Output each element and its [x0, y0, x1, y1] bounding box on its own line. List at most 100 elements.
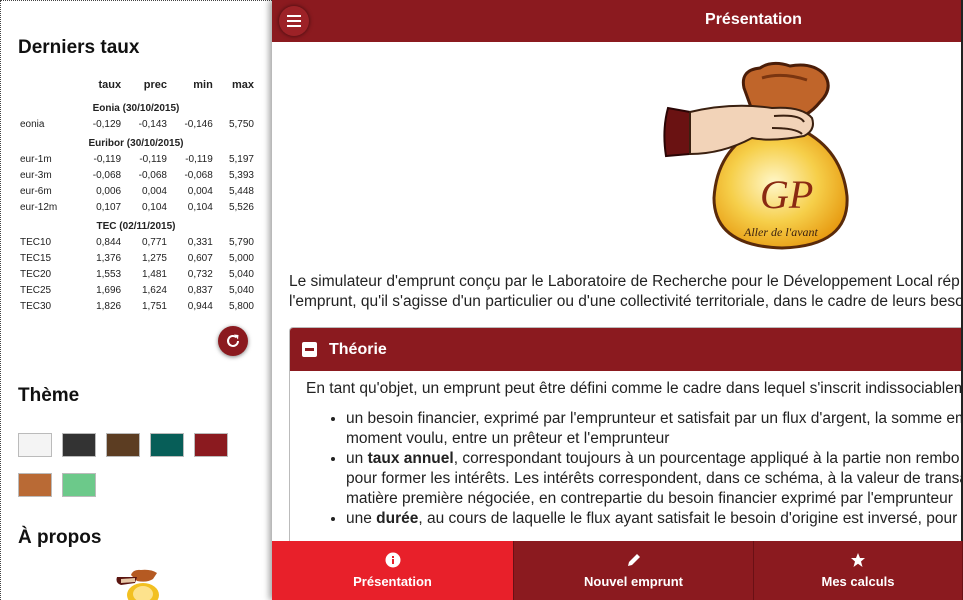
theory-section: Théorie En tant qu'objet, un emprunt peu…	[289, 327, 963, 547]
bullet-continuation: pour former les intérêts. Les intérêts c…	[346, 470, 963, 487]
theory-section-body: En tant qu'objet, un emprunt peut être d…	[290, 371, 963, 529]
rates-row: TEC15 1,376 1,275 0,607 5,000	[18, 250, 258, 266]
rate-value: 0,104	[141, 201, 167, 213]
rate-value: 5,790	[228, 236, 254, 248]
rate-name: eur-6m	[20, 185, 52, 197]
intro-line: Le simulateur d'emprunt conçu par le Lab…	[289, 273, 960, 290]
rates-col-name	[18, 77, 79, 97]
rates-col-header: max	[231, 79, 254, 91]
page-title: Présentation	[705, 11, 802, 28]
rates-row: TEC25 1,696 1,624 0,837 5,040	[18, 282, 258, 298]
rate-value: 1,826	[96, 300, 122, 312]
star-icon	[850, 552, 866, 568]
rate-value: -0,146	[184, 118, 213, 130]
rates-col-header: taux	[98, 79, 122, 91]
rates-row: eur-1m -0,119 -0,119 -0,119 5,197	[18, 151, 258, 167]
rates-header-row: taux prec min max	[18, 77, 258, 97]
rate-name: TEC10	[20, 236, 52, 248]
rate-value: -0,119	[139, 153, 167, 165]
rate-value: 1,696	[96, 284, 122, 296]
rates-col-header: min	[193, 79, 213, 91]
rate-value: 1,624	[141, 284, 167, 296]
rate-name: eonia	[20, 118, 45, 130]
rate-value: 0,837	[187, 284, 213, 296]
nav-new-loan-button[interactable]: Nouvel emprunt	[514, 541, 754, 600]
theme-swatch[interactable]	[62, 433, 96, 457]
rate-value: 1,275	[141, 252, 167, 264]
bullet-text: un	[346, 450, 368, 467]
bullet-term: durée	[376, 510, 419, 527]
rates-row: TEC10 0,844 0,771 0,331 5,790	[18, 234, 258, 250]
rate-value: 5,197	[228, 153, 254, 165]
refresh-rates-button[interactable]	[218, 326, 248, 356]
about-money-bag-logo	[116, 569, 159, 600]
rate-value: 0,607	[187, 252, 213, 264]
nav-new-loan-label: Nouvel emprunt	[584, 574, 683, 589]
rate-value: 0,104	[187, 201, 213, 213]
rate-value: 0,107	[96, 201, 122, 213]
rates-table: taux prec min max Eonia (30/10/2015) eoni…	[18, 77, 258, 314]
rate-value: -0,119	[185, 153, 213, 165]
rate-value: 0,844	[96, 236, 122, 248]
theme-swatch[interactable]	[18, 473, 52, 497]
rate-value: -0,068	[184, 169, 213, 181]
rate-value: 0,944	[187, 300, 213, 312]
rate-name: eur-3m	[20, 169, 52, 181]
intro-paragraph: Le simulateur d'emprunt conçu par le Lab…	[289, 272, 963, 312]
rate-value: -0,129	[92, 118, 122, 130]
rate-value: 0,331	[187, 236, 213, 248]
nav-presentation-button[interactable]: Présentation	[272, 541, 514, 600]
rates-body: Eonia (30/10/2015) eonia -0,129 -0,143 -0,14…	[18, 97, 258, 314]
rates-col-header: prec	[143, 79, 167, 91]
bullet-text: , correspondant toujours à un pourcentag…	[453, 450, 960, 467]
rates-group-row: Eonia (30/10/2015)	[18, 97, 258, 116]
bullet-term: taux annuel	[367, 450, 454, 467]
rate-value: 0,732	[187, 268, 213, 280]
info-icon	[385, 552, 401, 568]
theme-swatch[interactable]	[106, 433, 140, 457]
theme-title: Thème	[18, 385, 80, 406]
rates-row: TEC30 1,826 1,751 0,944 5,800	[18, 298, 258, 314]
theme-swatch[interactable]	[18, 433, 52, 457]
main-panel: GP Aller de l'avant Le simulateur d'empr…	[272, 0, 963, 600]
rate-value: 1,553	[96, 268, 122, 280]
nav-my-calcs-button[interactable]: Mes calculs	[754, 541, 963, 600]
rate-value: 5,040	[228, 268, 254, 280]
rate-value: -0,068	[92, 169, 122, 181]
rate-name: TEC30	[20, 300, 52, 312]
rates-row: eur-3m -0,068 -0,068 -0,068 5,393	[18, 167, 258, 183]
bullet-text: , au cours de laquelle le flux ayant sat…	[418, 510, 963, 527]
bottom-navigation: Présentation Nouvel emprunt Mes calculs	[272, 541, 963, 600]
theory-section-header[interactable]: Théorie	[290, 328, 963, 371]
bullet-continuation: matière première négociée, en contrepart…	[346, 490, 953, 507]
rate-value: 5,750	[228, 118, 254, 130]
theme-swatch[interactable]	[150, 433, 184, 457]
rate-value: 0,004	[141, 185, 167, 197]
bullet-continuation: moment voulu, entre un prêteur et l'empr…	[346, 430, 670, 447]
theory-bullet: un besoin financier, exprimé par l'empru…	[346, 409, 963, 449]
bullet-text: une	[346, 510, 377, 527]
side-panel: Derniers taux taux prec min max Eonia (3…	[0, 0, 272, 600]
theme-swatch[interactable]	[62, 473, 96, 497]
rate-value: 5,393	[228, 169, 254, 181]
rate-name: TEC20	[20, 268, 52, 280]
theory-bullet-list: un besoin financier, exprimé par l'empru…	[306, 409, 963, 529]
nav-my-calcs-label: Mes calculs	[821, 574, 895, 589]
rate-value: 5,800	[228, 300, 254, 312]
rate-name: eur-12m	[20, 201, 58, 213]
rates-row: eur-12m 0,107 0,104 0,104 5,526	[18, 199, 258, 215]
rates-group-title: TEC (02/11/2015)	[96, 221, 176, 232]
theme-swatch[interactable]	[194, 433, 228, 457]
rate-value: 5,040	[228, 284, 254, 296]
theory-bullet: un taux annuel, correspondant toujours à…	[346, 449, 963, 509]
money-bag-logo: GP Aller de l'avant	[663, 61, 849, 250]
rates-title: Derniers taux	[18, 37, 140, 58]
theory-section-title: Théorie	[329, 340, 387, 358]
rates-row: TEC20 1,553 1,481 0,732 5,040	[18, 266, 258, 282]
rates-group-row: Euribor (30/10/2015)	[18, 132, 258, 151]
rates-row: eur-6m 0,006 0,004 0,004 5,448	[18, 183, 258, 199]
theory-lead-text: En tant qu'objet, un emprunt peut être d…	[306, 380, 963, 397]
bullet-text: un besoin financier, exprimé par l'empru…	[346, 410, 963, 427]
rate-name: eur-1m	[20, 153, 52, 165]
rate-value: -0,119	[93, 153, 122, 165]
